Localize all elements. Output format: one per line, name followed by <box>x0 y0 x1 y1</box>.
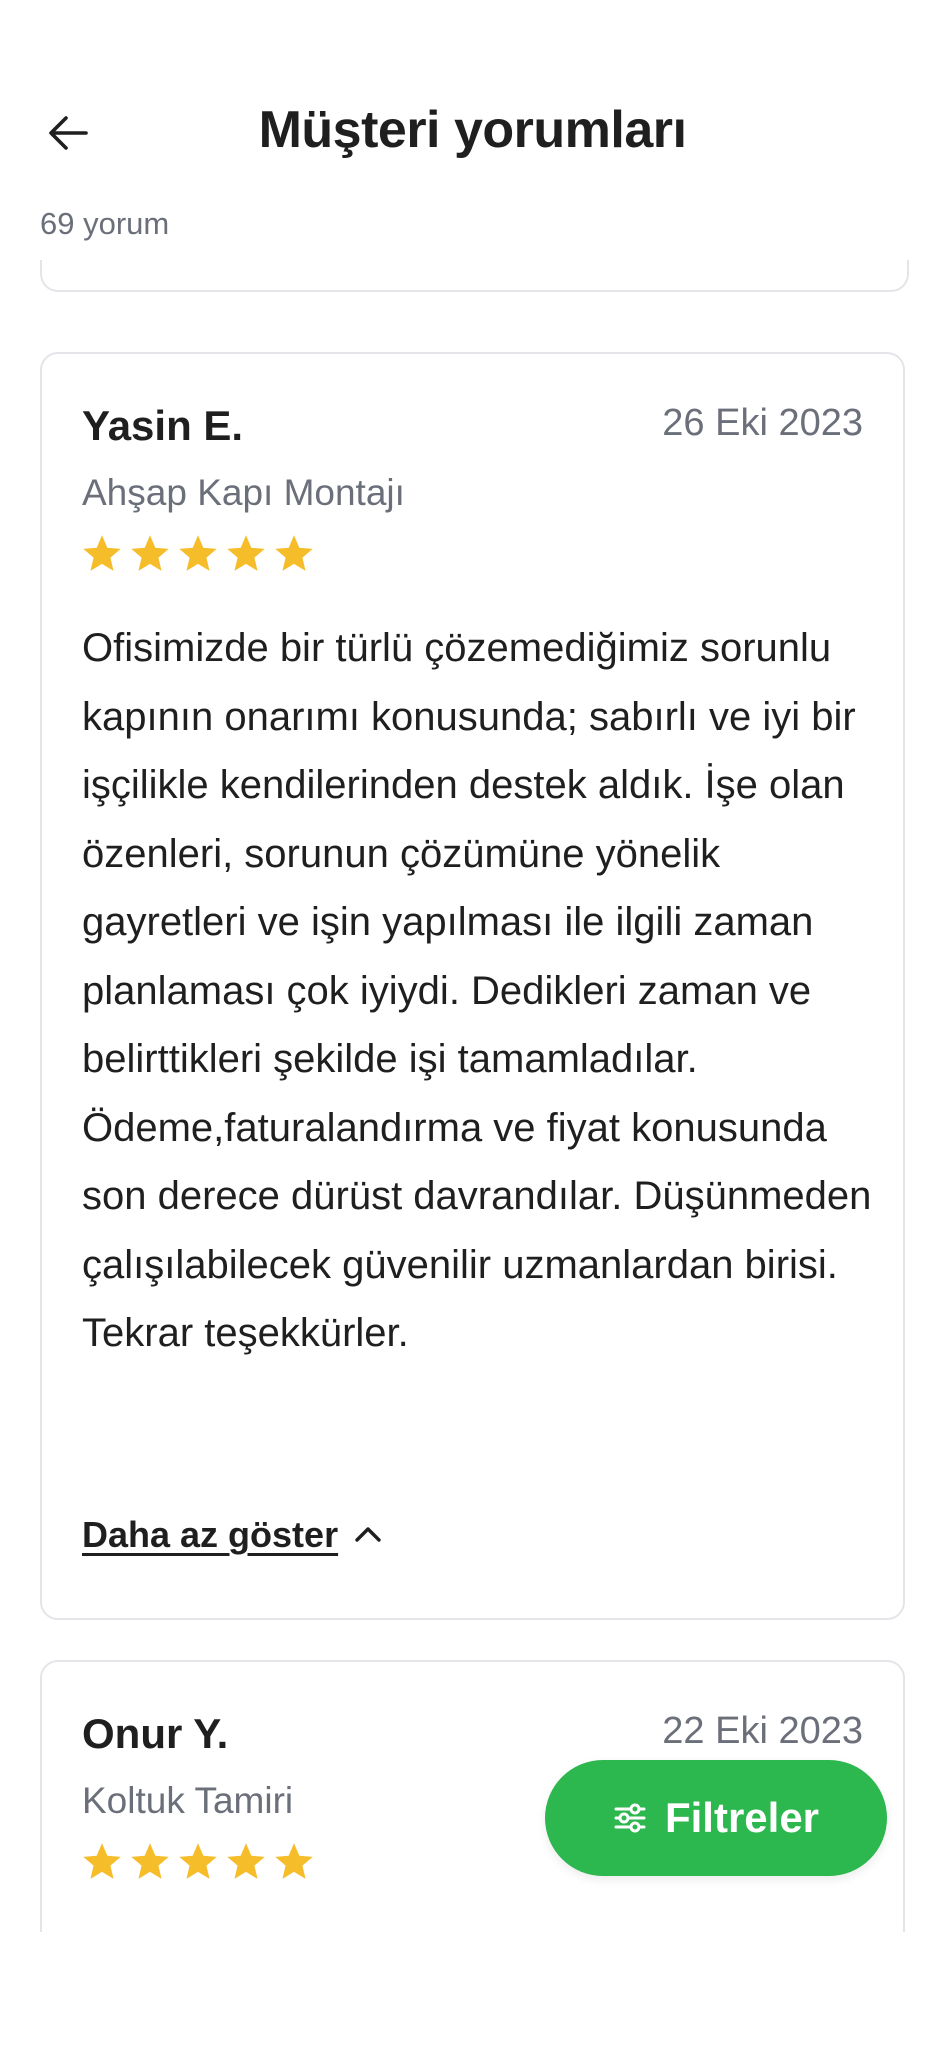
previous-review-card <box>40 260 909 292</box>
review-count: 69 yorum <box>40 206 170 241</box>
service-name: Ahşap Kapı Montajı <box>82 472 405 513</box>
reviewer-name: Yasin E. <box>82 402 244 449</box>
chevron-up-icon <box>355 1527 381 1542</box>
bottom-area <box>0 1932 945 2048</box>
star-icon <box>131 535 169 571</box>
star-rating <box>80 1840 316 1884</box>
review-date: 22 Eki 2023 <box>662 1710 863 1752</box>
star-icon <box>179 1843 217 1879</box>
page-title: Müşteri yorumları <box>258 101 687 159</box>
star-rating <box>80 532 316 576</box>
review-list[interactable]: Yasin E. 26 Eki 2023 Ahşap Kapı Montajı … <box>0 260 945 1932</box>
app-header: Müşteri yorumları 69 yorum <box>0 0 945 241</box>
show-less-label: Daha az göster <box>82 1514 339 1555</box>
star-icon <box>83 535 121 571</box>
filters-button[interactable]: Filtreler <box>545 1760 887 1876</box>
star-icon <box>227 535 265 571</box>
reviewer-name: Onur Y. <box>82 1710 229 1757</box>
star-icon <box>179 535 217 571</box>
show-less-button[interactable]: Daha az göster <box>82 1514 384 1556</box>
star-icon <box>83 1843 121 1879</box>
service-name: Koltuk Tamiri <box>82 1780 294 1821</box>
filters-label: Filtreler <box>664 1794 820 1841</box>
star-icon <box>131 1843 169 1879</box>
star-icon <box>227 1843 265 1879</box>
review-text: Ofisimizde bir türlü çözemediğimiz sorun… <box>82 626 872 1355</box>
star-icon <box>275 535 313 571</box>
star-icon <box>275 1843 313 1879</box>
review-card: Yasin E. 26 Eki 2023 Ahşap Kapı Montajı … <box>40 352 905 1620</box>
sliders-icon <box>614 1803 646 1833</box>
review-date: 26 Eki 2023 <box>662 402 863 444</box>
